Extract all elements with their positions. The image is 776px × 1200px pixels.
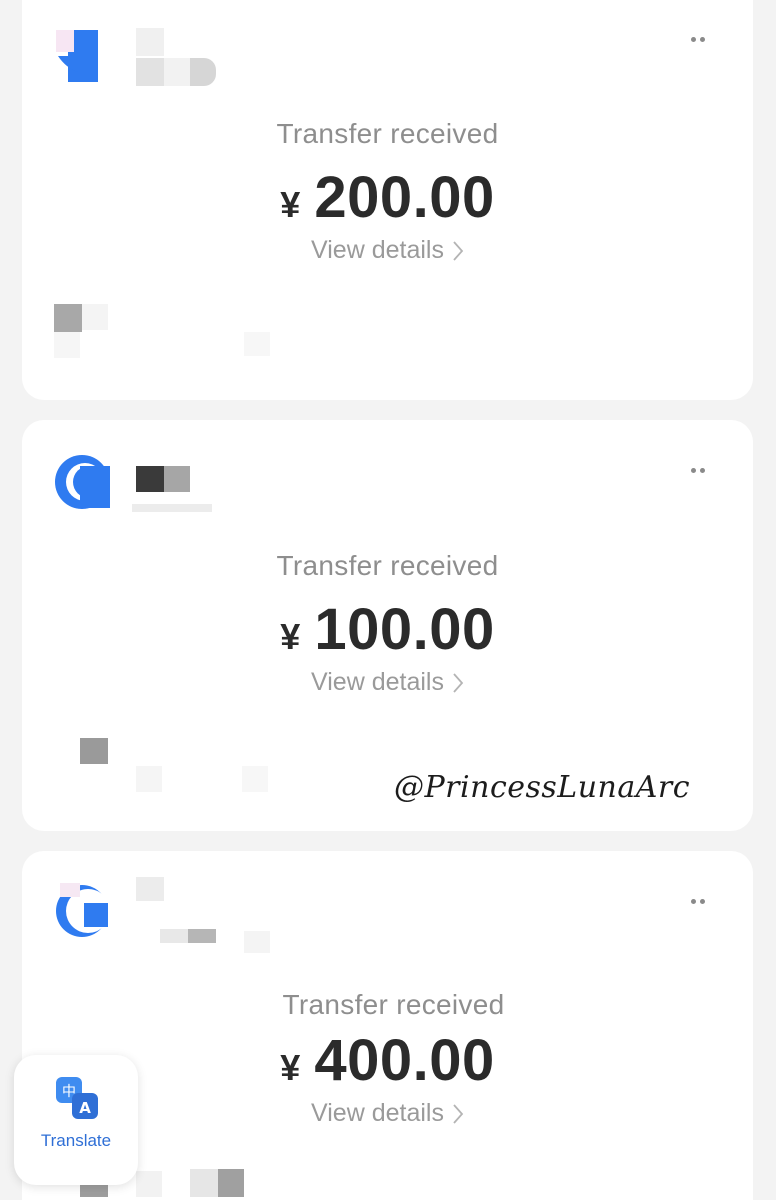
translate-button[interactable]: 中 A Translate xyxy=(14,1055,138,1185)
currency-symbol: ¥ xyxy=(280,1047,301,1088)
currency-symbol: ¥ xyxy=(280,184,301,225)
view-details-label: View details xyxy=(311,1099,444,1127)
transfer-feed: Transfer received ¥ 200.00 View details xyxy=(0,0,776,1200)
view-details-label: View details xyxy=(311,236,444,264)
amount-value: 100.00 xyxy=(314,597,495,662)
watermark-text: @PrincessLunaArc xyxy=(394,770,691,805)
svg-text:中: 中 xyxy=(62,1084,76,1100)
view-details-link[interactable]: View details xyxy=(22,236,753,265)
transfer-status-label: Transfer received xyxy=(276,118,499,149)
currency-symbol: ¥ xyxy=(280,616,301,657)
transfer-status-label: Transfer received xyxy=(276,550,499,581)
more-options-button[interactable] xyxy=(683,892,713,910)
translate-icon: 中 A xyxy=(56,1077,98,1119)
chevron-right-icon xyxy=(453,1103,464,1124)
more-options-button[interactable] xyxy=(683,461,713,479)
more-dots-icon xyxy=(691,898,696,904)
svg-text:A: A xyxy=(79,1099,91,1117)
view-details-link[interactable]: View details xyxy=(22,668,753,697)
transfer-amount: ¥ 100.00 xyxy=(22,596,753,663)
translate-label: Translate xyxy=(40,1131,112,1150)
app-logo-icon xyxy=(55,455,110,509)
chevron-right-icon xyxy=(453,672,464,693)
transfer-card[interactable]: Transfer received ¥ 200.00 View details xyxy=(22,0,753,400)
amount-value: 200.00 xyxy=(314,165,495,230)
transfer-amount: ¥ 200.00 xyxy=(22,164,753,231)
amount-value: 400.00 xyxy=(314,1028,495,1093)
view-details-label: View details xyxy=(311,668,444,696)
app-logo-icon xyxy=(56,30,98,82)
more-options-button[interactable] xyxy=(683,30,713,48)
chevron-right-icon xyxy=(453,240,464,261)
transfer-status-label: Transfer received xyxy=(282,989,505,1020)
more-dots-icon xyxy=(691,36,696,42)
app-logo-icon xyxy=(56,883,110,937)
more-dots-icon xyxy=(691,467,696,473)
